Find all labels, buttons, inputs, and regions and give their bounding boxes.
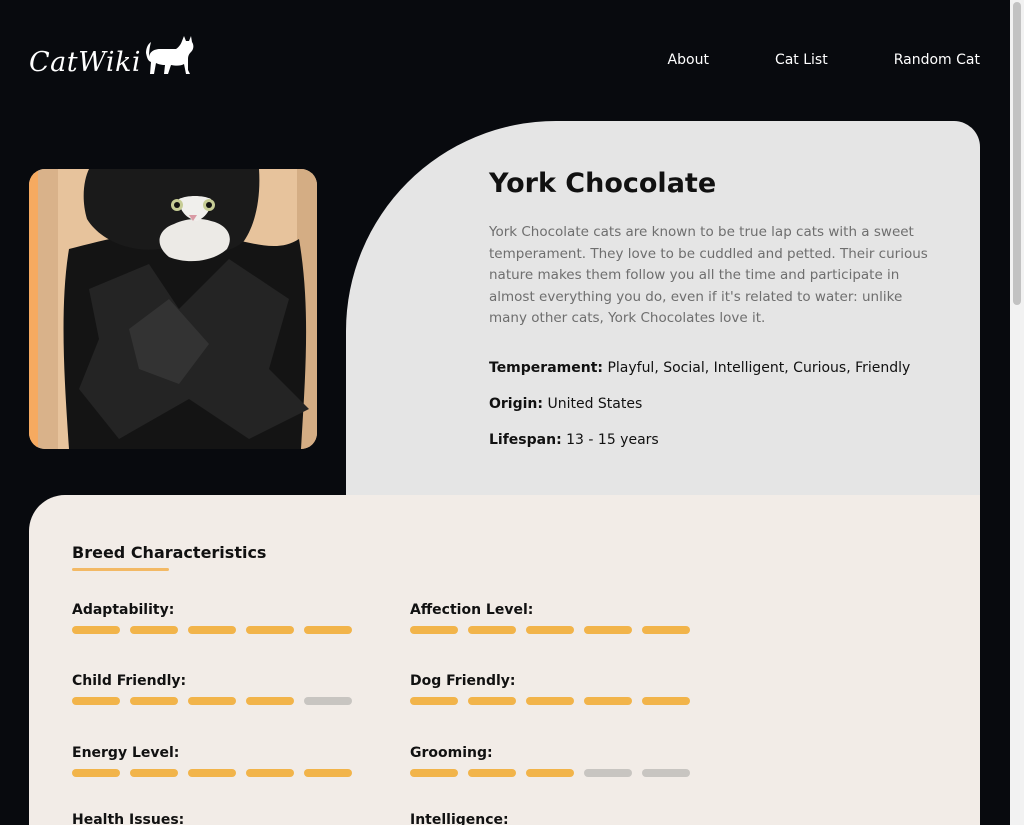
trait-affection-level: Affection Level: xyxy=(410,602,690,634)
page: CatWiki About Cat List Random Cat York C… xyxy=(0,0,1024,825)
rating-bar-filled xyxy=(304,769,352,777)
rating-bar-filled xyxy=(410,697,458,705)
rating-bar-empty xyxy=(642,769,690,777)
trait-label: Health Issues: xyxy=(72,812,185,825)
trait-label: Intelligence: xyxy=(410,812,509,825)
trait-label: Affection Level: xyxy=(410,602,534,618)
rating-bars xyxy=(72,769,362,777)
trait-health-issues: Health Issues: xyxy=(72,812,184,825)
lifespan-value: 13 - 15 years xyxy=(566,432,659,448)
lifespan-row: Lifespan: 13 - 15 years xyxy=(489,432,659,448)
origin-label: Origin: xyxy=(489,396,543,412)
rating-bar-filled xyxy=(526,697,574,705)
rating-bar-filled xyxy=(410,626,458,634)
rating-bar-filled xyxy=(188,626,236,634)
trait-label: Adaptability: xyxy=(72,602,175,618)
rating-bar-filled xyxy=(130,769,178,777)
nav-cat-list[interactable]: Cat List xyxy=(775,52,828,68)
temperament-value: Playful, Social, Intelligent, Curious, F… xyxy=(607,360,911,376)
rating-bar-filled xyxy=(130,697,178,705)
trait-label: Dog Friendly: xyxy=(410,673,516,689)
rating-bar-filled xyxy=(468,626,516,634)
trait-child-friendly: Child Friendly: xyxy=(72,673,352,705)
rating-bar-filled xyxy=(584,697,632,705)
nav-random-cat[interactable]: Random Cat xyxy=(894,52,980,68)
rating-bar-filled xyxy=(468,769,516,777)
trait-intelligence: Intelligence: xyxy=(410,812,509,825)
rating-bar-filled xyxy=(304,626,352,634)
breed-name: York Chocolate xyxy=(489,168,717,199)
trait-label: Grooming: xyxy=(410,745,493,761)
rating-bar-filled xyxy=(410,769,458,777)
catwiki-logo[interactable]: CatWiki xyxy=(29,34,196,76)
rating-bar-filled xyxy=(130,626,178,634)
origin-row: Origin: United States xyxy=(489,396,642,412)
rating-bar-filled xyxy=(584,626,632,634)
trait-adaptability: Adaptability: xyxy=(72,602,352,634)
rating-bar-filled xyxy=(642,697,690,705)
rating-bar-filled xyxy=(246,769,294,777)
rating-bar-filled xyxy=(188,697,236,705)
logo-text: CatWiki xyxy=(29,47,142,78)
scrollbar-thumb[interactable] xyxy=(1013,2,1021,305)
trait-energy-level: Energy Level: xyxy=(72,745,352,777)
temperament-row: Temperament: Playful, Social, Intelligen… xyxy=(489,360,910,376)
rating-bar-filled xyxy=(246,626,294,634)
rating-bar-empty xyxy=(584,769,632,777)
origin-value: United States xyxy=(547,396,643,412)
rating-bar-empty xyxy=(304,697,352,705)
trait-label: Energy Level: xyxy=(72,745,180,761)
temperament-label: Temperament: xyxy=(489,360,603,376)
lifespan-label: Lifespan: xyxy=(489,432,562,448)
rating-bar-filled xyxy=(246,697,294,705)
breed-description: York Chocolate cats are known to be true… xyxy=(489,224,928,327)
trait-label: Child Friendly: xyxy=(72,673,187,689)
characteristics-title: Breed Characteristics xyxy=(72,543,267,562)
rating-bar-filled xyxy=(72,626,120,634)
rating-bar-filled xyxy=(526,626,574,634)
rating-bar-filled xyxy=(72,769,120,777)
rating-bar-filled xyxy=(72,697,120,705)
rating-bar-filled xyxy=(468,697,516,705)
characteristics-title-underline xyxy=(72,568,169,571)
trait-dog-friendly: Dog Friendly: xyxy=(410,673,690,705)
page-scrollbar[interactable] xyxy=(1010,0,1024,825)
breed-photo-image xyxy=(29,169,317,449)
main-nav: About Cat List Random Cat xyxy=(602,52,980,68)
cat-silhouette-icon xyxy=(146,36,194,74)
rating-bars xyxy=(410,769,700,777)
rating-bar-filled xyxy=(526,769,574,777)
breed-photo xyxy=(29,169,317,449)
rating-bars xyxy=(410,626,700,634)
rating-bars xyxy=(410,697,700,705)
trait-grooming: Grooming: xyxy=(410,745,690,777)
rating-bars xyxy=(72,697,362,705)
rating-bars xyxy=(72,626,362,634)
rating-bar-filled xyxy=(642,626,690,634)
rating-bar-filled xyxy=(188,769,236,777)
nav-about[interactable]: About xyxy=(668,52,709,68)
